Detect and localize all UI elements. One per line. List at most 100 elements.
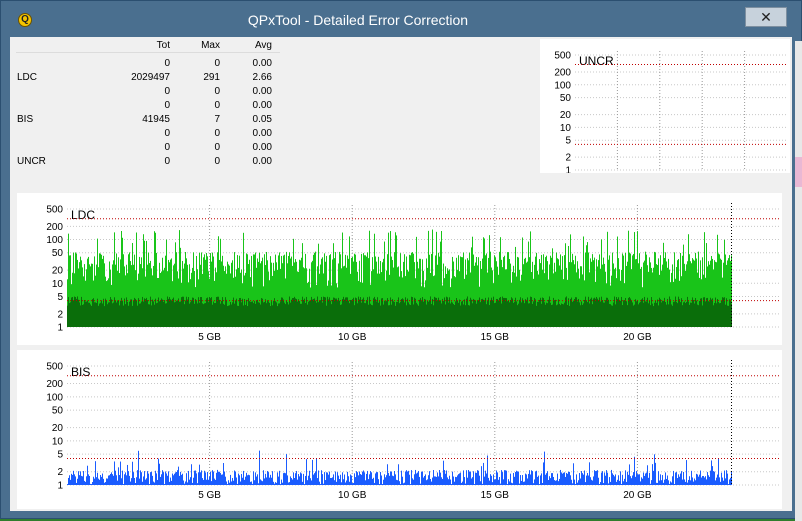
ldc-base-bar — [338, 298, 339, 327]
ldc-base-bar — [244, 299, 245, 327]
ldc-base-bar — [681, 298, 682, 327]
ldc-base-bar — [699, 301, 700, 327]
ldc-base-bar — [422, 297, 423, 327]
ldc-base-bar — [325, 297, 326, 327]
ldc-base-bar — [282, 298, 283, 327]
ldc-base-bar — [239, 298, 240, 327]
bis-bar — [236, 478, 237, 485]
bis-bar — [537, 477, 538, 485]
ldc-base-bar — [191, 300, 192, 327]
bis-bar — [493, 474, 494, 485]
bis-bar — [528, 474, 529, 485]
ldc-base-bar — [397, 302, 398, 327]
ldc-base-bar — [453, 304, 454, 327]
bis-bar — [627, 472, 628, 485]
ldc-base-bar — [711, 300, 712, 327]
ldc-base-bar — [460, 306, 461, 327]
ldc-base-bar — [123, 306, 124, 327]
stats-row: 0 0 0.00 — [16, 100, 280, 114]
bis-bar — [698, 477, 699, 485]
ldc-base-bar — [650, 305, 651, 327]
ldc-base-bar — [665, 302, 666, 327]
bis-bar — [140, 470, 141, 485]
bis-bar — [136, 477, 137, 485]
bis-bar — [628, 475, 629, 485]
ldc-base-bar — [677, 303, 678, 327]
ldc-base-bar — [69, 303, 70, 327]
client-area: Tot Max Avg 0 0 0.00 LDC 2029497 291 2.6… — [10, 37, 792, 511]
bis-bar — [566, 473, 567, 485]
ldc-base-bar — [320, 300, 321, 327]
ldc-base-bar — [94, 302, 95, 327]
bis-bar — [380, 472, 381, 485]
bis-bar — [597, 470, 598, 485]
ldc-base-bar — [107, 304, 108, 327]
bis-bar — [268, 472, 269, 485]
ldc-base-bar — [566, 296, 567, 327]
y-tick-label: 100 — [46, 235, 63, 246]
ldc-base-bar — [210, 298, 211, 327]
ldc-base-bar — [593, 298, 594, 327]
ldc-base-bar — [124, 299, 125, 327]
bis-bar — [162, 470, 163, 485]
ldc-base-bar — [672, 306, 673, 327]
bis-bar — [190, 477, 191, 485]
ldc-base-bar — [403, 299, 404, 327]
bis-bar — [178, 467, 179, 485]
ldc-base-bar — [682, 305, 683, 327]
bis-bar — [163, 472, 164, 485]
ldc-base-bar — [106, 300, 107, 327]
bis-bar — [317, 478, 318, 485]
ldc-base-bar — [322, 303, 323, 327]
bis-bar — [645, 473, 646, 485]
title-bar[interactable]: Q QPxTool - Detailed Error Correction ✕ — [1, 1, 801, 38]
bis-bar — [412, 478, 413, 485]
bis-bar — [541, 473, 542, 485]
bis-bar — [477, 470, 478, 485]
ldc-base-bar — [131, 299, 132, 327]
bis-bar — [83, 471, 84, 485]
ldc-base-bar — [553, 298, 554, 327]
ldc-base-bar — [562, 304, 563, 327]
ldc-base-bar — [348, 301, 349, 327]
close-button[interactable]: ✕ — [745, 7, 787, 27]
ldc-base-bar — [489, 305, 490, 327]
ldc-base-bar — [717, 299, 718, 327]
bis-bar — [665, 472, 666, 485]
ldc-base-bar — [524, 303, 525, 327]
ldc-base-bar — [671, 304, 672, 327]
bis-bar — [113, 476, 114, 485]
bis-bar — [615, 474, 616, 485]
ldc-base-bar — [635, 299, 636, 327]
bis-bar — [266, 477, 267, 485]
bis-bar — [466, 470, 467, 485]
ldc-base-bar — [176, 301, 177, 327]
ldc-base-bar — [605, 300, 606, 327]
bis-bar — [253, 471, 254, 485]
stats-row: UNCR 0 0 0.00 — [16, 156, 280, 170]
ldc-base-bar — [323, 297, 324, 327]
bis-bar — [596, 471, 597, 485]
bis-bar — [639, 474, 640, 485]
ldc-base-bar — [375, 299, 376, 327]
ldc-base-bar — [503, 298, 504, 327]
bis-bar — [562, 474, 563, 485]
ldc-base-bar — [258, 302, 259, 327]
bis-bar — [156, 473, 157, 485]
ldc-base-bar — [479, 297, 480, 327]
ldc-base-bar — [297, 302, 298, 327]
ldc-base-bar — [217, 297, 218, 327]
ldc-base-bar — [676, 302, 677, 327]
ldc-base-bar — [662, 301, 663, 327]
ldc-base-bar — [144, 298, 145, 327]
stats-row: 0 0 0.00 — [16, 142, 280, 156]
ldc-base-bar — [493, 297, 494, 327]
bis-bar — [563, 473, 564, 485]
bis-bar — [165, 471, 166, 485]
bis-bar — [283, 473, 284, 485]
ldc-base-bar — [318, 302, 319, 327]
ldc-base-bar — [87, 301, 88, 327]
ldc-base-bar — [728, 306, 729, 327]
bis-bar — [488, 478, 489, 485]
ldc-base-bar — [669, 297, 670, 327]
